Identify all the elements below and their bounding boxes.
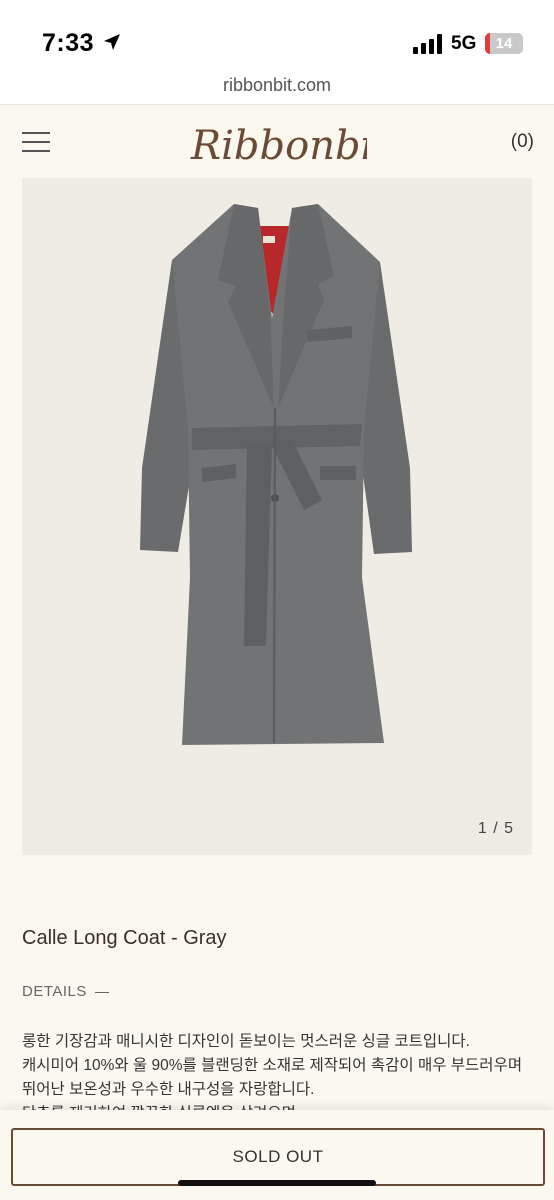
status-time: 7:33	[42, 29, 95, 57]
svg-text:Ribbonbit: Ribbonbit	[190, 123, 367, 169]
coat-image	[140, 204, 412, 745]
network-type: 5G	[451, 33, 477, 54]
image-counter: 1 / 5	[477, 820, 514, 837]
bottom-action-bar: SOLD OUT	[0, 1110, 554, 1200]
address-bar[interactable]: ribbonbit.com	[0, 72, 554, 105]
description-line: 뛰어난 보온성과 우수한 내구성을 자랑합니다.	[22, 1081, 315, 1098]
battery-level: 14	[495, 35, 513, 52]
product-image[interactable]: 1 / 5	[22, 178, 532, 855]
collapse-dash-icon	[94, 991, 109, 993]
status-bar: 7:33 5G 14	[0, 0, 554, 72]
menu-icon[interactable]	[22, 132, 50, 154]
logo[interactable]: Ribbonbit	[187, 115, 390, 171]
signal-icon	[413, 34, 443, 54]
description-line: 캐시미어 10%와 울 90%를 블랜딩한 소재로 제작되어 촉감이 매우 부드…	[22, 1057, 523, 1074]
url-text: ribbonbit.com	[222, 75, 332, 95]
details-label: DETAILS	[22, 983, 87, 1000]
battery-icon: 14	[485, 33, 523, 54]
cart-count[interactable]: (0)	[511, 131, 534, 153]
location-arrow-icon	[102, 32, 122, 57]
home-indicator[interactable]	[178, 1180, 376, 1186]
details-toggle[interactable]: DETAILS	[22, 983, 109, 1000]
product-title: Calle Long Coat - Gray	[22, 927, 227, 949]
description-line: 롱한 기장감과 매니시한 디자인이 돋보이는 멋스러운 싱글 코트입니다.	[22, 1033, 470, 1050]
sold-out-button[interactable]: SOLD OUT	[11, 1128, 545, 1186]
